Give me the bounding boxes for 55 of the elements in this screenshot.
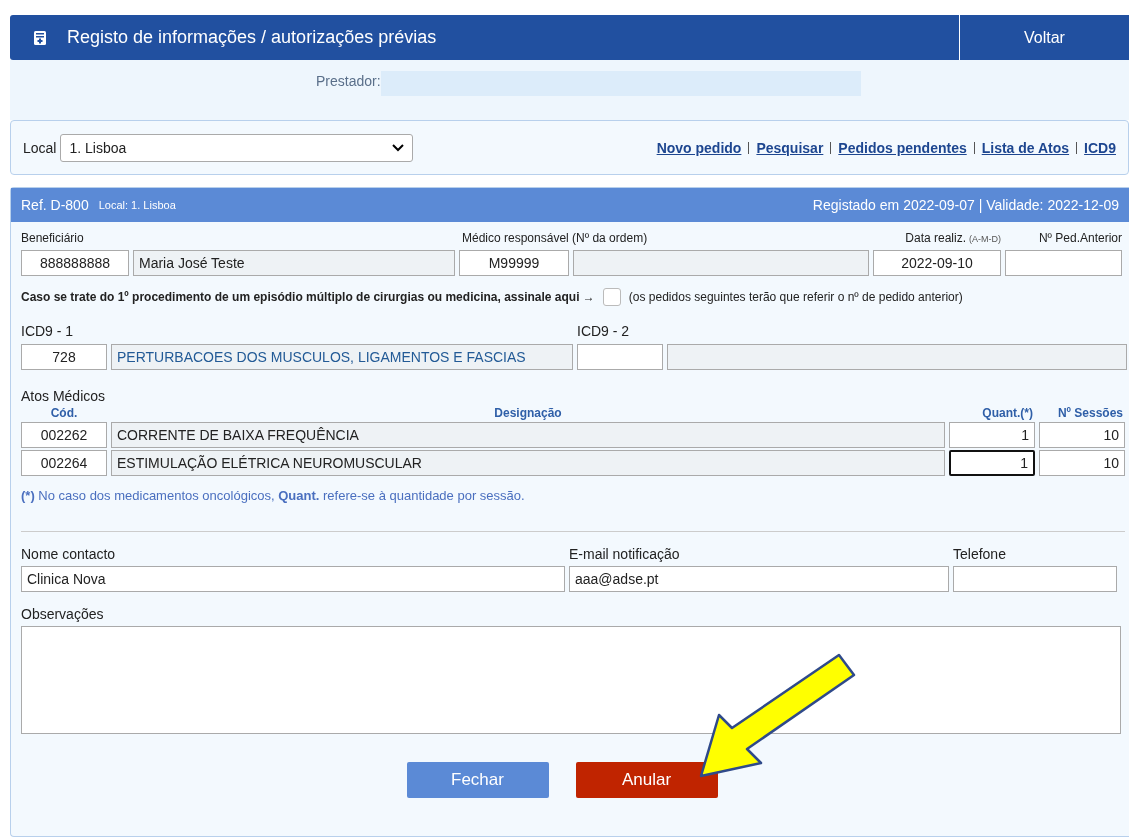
instruction-text: Caso se trate do 1º procedimento de um episódio múltiplo de cirurgias ou medicina, assinale aqui → bbox=[21, 290, 595, 304]
input-field: ESTIMULAÇÃO ELÉTRICA NEUROMUSCULAR bbox=[111, 450, 945, 476]
cancel-request-button[interactable]: Anular bbox=[575, 762, 718, 798]
input-field[interactable]: 888888888 bbox=[21, 250, 129, 276]
field-label: ICD9 - 2 bbox=[577, 323, 631, 339]
field-label: Telefone bbox=[953, 546, 1007, 562]
field-label: Data realiz. bbox=[905, 231, 966, 245]
nav-link[interactable]: Pesquisar bbox=[756, 139, 824, 156]
input-field[interactable]: 002264 bbox=[21, 450, 107, 476]
field-label: E-mail notificação bbox=[569, 546, 681, 562]
request-local: Local: 1. Lisboa bbox=[98, 199, 176, 211]
nav-link[interactable]: Pedidos pendentes bbox=[838, 139, 967, 156]
request-ref: Ref. D-800 bbox=[21, 197, 89, 213]
input-field[interactable]: 1 bbox=[949, 450, 1035, 476]
form-icon bbox=[33, 29, 47, 46]
input-field[interactable]: 10 bbox=[1039, 422, 1125, 448]
field-label: Médico responsável (Nº da ordem) bbox=[461, 231, 649, 245]
chevron-down-icon bbox=[392, 143, 405, 152]
field-label: Nº Ped.Anterior bbox=[1037, 231, 1122, 245]
input-field: CORRENTE DE BAIXA FREQUÊNCIA bbox=[111, 422, 945, 448]
request-dates: Registado em 2022-09-07 | Validade: 2022-12-09 bbox=[812, 197, 1119, 213]
input-field[interactable]: Clinica Nova bbox=[21, 566, 565, 592]
checkbox[interactable] bbox=[602, 288, 621, 306]
field-hint: (A-M-D) bbox=[968, 234, 1001, 244]
section-label: Atos Médicos bbox=[21, 388, 107, 404]
notes-textarea[interactable] bbox=[21, 626, 1121, 734]
column-header: Cód. bbox=[49, 406, 79, 420]
input-field[interactable]: M99999 bbox=[459, 250, 569, 276]
local-label: Local bbox=[23, 139, 57, 156]
input-field[interactable]: 728 bbox=[21, 344, 107, 370]
field-label: Observações bbox=[21, 606, 105, 622]
provider-label: Prestador: bbox=[316, 73, 381, 89]
column-header: Nº Sessões bbox=[1056, 406, 1124, 420]
footnote: (*) No caso dos medicamentos oncológicos, Quant. refere-se à quantidade por sessão. bbox=[21, 488, 526, 503]
nav-link[interactable]: Lista de Atos bbox=[981, 139, 1070, 156]
local-select[interactable]: 1. Lisboa bbox=[60, 133, 414, 162]
field-label: Beneficiário bbox=[21, 231, 85, 245]
input-field[interactable] bbox=[953, 566, 1117, 592]
input-field[interactable] bbox=[1005, 250, 1122, 276]
field-label: Nome contacto bbox=[21, 546, 117, 562]
input-field[interactable]: 2022-09-10 bbox=[873, 250, 1001, 276]
page-title: Registo de informações / autorizações prévias bbox=[67, 27, 438, 48]
input-field[interactable] bbox=[577, 344, 663, 370]
field-label: ICD9 - 1 bbox=[21, 323, 75, 339]
nav-link[interactable]: Novo pedido bbox=[656, 139, 742, 156]
input-field[interactable]: 1 bbox=[949, 422, 1035, 448]
input-field: Maria José Teste bbox=[133, 250, 455, 276]
input-field: PERTURBACOES DOS MUSCULOS, LIGAMENTOS E FASCIAS bbox=[111, 344, 573, 370]
column-header: Quant.(*) bbox=[981, 406, 1034, 420]
input-field[interactable]: aaa@adse.pt bbox=[569, 566, 949, 592]
column-header: Designação bbox=[493, 406, 563, 420]
input-field[interactable]: 002262 bbox=[21, 422, 107, 448]
instruction-note: (os pedidos seguintes terão que referir o nº de pedido anterior) bbox=[628, 290, 963, 304]
input-field[interactable]: 10 bbox=[1039, 450, 1125, 476]
nav-link[interactable]: ICD9 bbox=[1084, 139, 1116, 156]
